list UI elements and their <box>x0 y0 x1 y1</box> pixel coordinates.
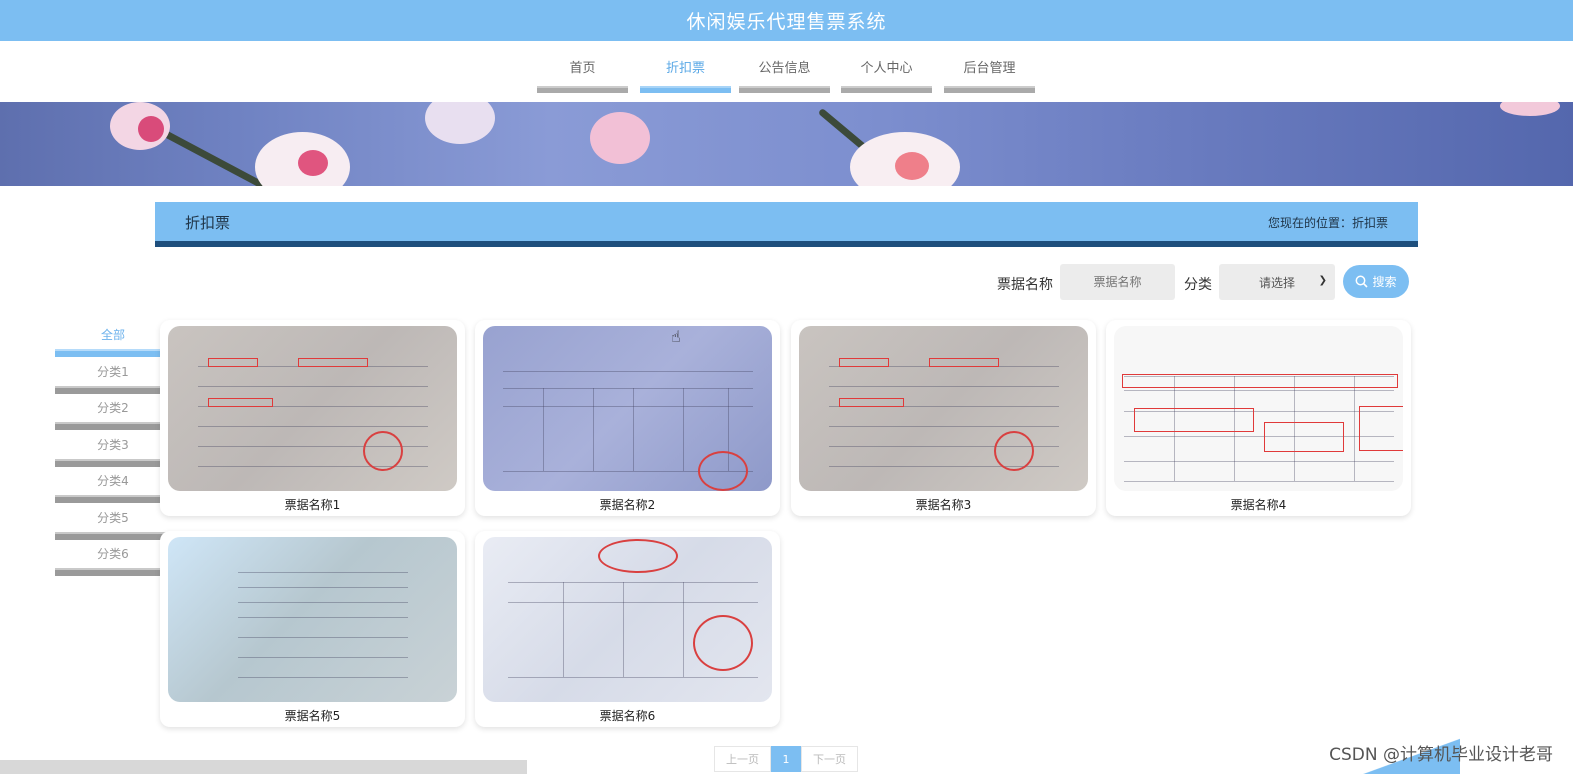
category-item-4[interactable]: 分类4 <box>55 471 171 508</box>
nav-item-underline <box>944 86 1035 93</box>
ticket-name: 票据名称6 <box>599 709 656 723</box>
ticket-card[interactable]: 票据名称5 <box>160 531 465 727</box>
nav-item-admin[interactable]: 后台管理 <box>944 59 1035 93</box>
pagination: 上一页 1 下一页 <box>714 746 858 772</box>
category-item-5[interactable]: 分类5 <box>55 508 171 545</box>
category-sidebar: 全部 分类1 分类2 分类3 分类4 分类5 分类6 <box>55 325 171 581</box>
category-item-underline <box>55 568 171 576</box>
pointer-cursor-icon: ☝ <box>671 327 681 346</box>
search-button-label: 搜索 <box>1372 275 1397 289</box>
section-title: 折扣票 <box>185 214 231 232</box>
banner-blossom <box>425 102 495 144</box>
ticket-image[interactable] <box>483 537 772 702</box>
ticket-image[interactable] <box>168 326 457 491</box>
category-label: 分类 <box>1184 277 1212 293</box>
banner-blossom <box>590 112 650 164</box>
ticket-name: 票据名称1 <box>284 498 341 512</box>
ticket-name: 票据名称5 <box>284 709 341 723</box>
ticket-image[interactable] <box>799 326 1088 491</box>
ticket-card[interactable]: 票据名称4 <box>1106 320 1411 516</box>
hero-banner <box>0 102 1573 186</box>
ticket-name-label: 票据名称 <box>997 277 1053 293</box>
nav-item-label: 折扣票 <box>665 61 705 76</box>
search-icon <box>1356 275 1369 288</box>
category-item-all[interactable]: 全部 <box>55 325 171 362</box>
banner-blossom <box>895 152 929 180</box>
document-thumbnail <box>483 326 772 491</box>
document-thumbnail <box>168 537 457 702</box>
category-item-underline <box>55 385 171 394</box>
category-item-1[interactable]: 分类1 <box>55 362 171 399</box>
ticket-name: 票据名称3 <box>915 498 972 512</box>
category-item-2[interactable]: 分类2 <box>55 398 171 435</box>
pager-prev-button[interactable]: 上一页 <box>714 746 771 772</box>
chevron-down-icon: ❯ <box>1318 275 1327 286</box>
category-item-label: 全部 <box>100 328 125 342</box>
category-item-underline <box>55 458 171 467</box>
nav-item-underline <box>739 86 830 93</box>
banner-blossom <box>298 150 328 176</box>
category-item-label: 分类6 <box>97 547 129 561</box>
app-title: 休闲娱乐代理售票系统 <box>686 11 887 33</box>
watermark-text: CSDN @计算机毕业设计老哥 <box>1329 745 1553 765</box>
nav-item-label: 公告信息 <box>758 61 811 76</box>
ticket-image[interactable] <box>1114 326 1403 491</box>
ticket-name: 票据名称4 <box>1230 498 1287 512</box>
main-nav: 首页 折扣票 公告信息 个人中心 后台管理 <box>0 41 1573 102</box>
search-button[interactable]: 搜索 <box>1343 265 1409 298</box>
document-thumbnail <box>799 326 1088 491</box>
document-thumbnail <box>1114 326 1403 491</box>
nav-item-announcements[interactable]: 公告信息 <box>739 59 830 93</box>
nav-item-label: 后台管理 <box>963 61 1016 76</box>
category-item-6[interactable]: 分类6 <box>55 544 171 581</box>
banner-blossom <box>138 116 164 142</box>
category-item-label: 分类2 <box>97 401 129 415</box>
nav-item-label: 个人中心 <box>860 61 913 76</box>
category-item-underline <box>55 495 171 503</box>
category-item-label: 分类4 <box>97 474 129 488</box>
category-item-underline <box>55 531 171 540</box>
pager-page-button[interactable]: 1 <box>771 746 801 772</box>
breadcrumb-location: 您现在的位置：折扣票 <box>1267 216 1388 230</box>
document-thumbnail <box>483 537 772 702</box>
nav-item-discount-tickets[interactable]: 折扣票 <box>640 59 731 93</box>
category-select-value: 请选择 <box>1258 275 1295 290</box>
category-item-label: 分类3 <box>97 437 129 452</box>
ticket-card[interactable]: 票据名称1 <box>160 320 465 516</box>
browser-status-bar <box>0 760 527 774</box>
nav-item-home[interactable]: 首页 <box>537 59 628 93</box>
ticket-name-input[interactable] <box>1060 264 1175 300</box>
section-header: 折扣票 您现在的位置：折扣票 <box>155 202 1418 247</box>
category-item-underline <box>55 349 171 357</box>
nav-item-label: 首页 <box>569 61 596 76</box>
category-item-label: 分类5 <box>97 510 129 525</box>
banner-blossom <box>1500 102 1560 116</box>
nav-item-underline <box>537 86 628 93</box>
top-title-bar: 休闲娱乐代理售票系统 <box>0 0 1573 41</box>
nav-item-underline <box>640 86 731 93</box>
ticket-image[interactable] <box>483 326 772 491</box>
ticket-card[interactable]: 票据名称2 <box>475 320 780 516</box>
ticket-image[interactable] <box>168 537 457 702</box>
category-item-label: 分类1 <box>97 364 129 379</box>
ticket-card[interactable]: 票据名称3 <box>791 320 1096 516</box>
category-item-3[interactable]: 分类3 <box>55 435 171 472</box>
document-thumbnail <box>168 326 457 491</box>
pager-next-button[interactable]: 下一页 <box>801 746 858 772</box>
ticket-name: 票据名称2 <box>599 498 656 512</box>
ticket-card[interactable]: 票据名称6 <box>475 531 780 727</box>
nav-item-underline <box>841 86 932 93</box>
nav-item-profile[interactable]: 个人中心 <box>841 59 932 93</box>
category-item-underline <box>55 422 171 430</box>
category-select[interactable]: 请选择 ❯ <box>1219 264 1335 300</box>
search-bar: 票据名称 分类 请选择 ❯ 搜索 <box>0 264 1573 304</box>
